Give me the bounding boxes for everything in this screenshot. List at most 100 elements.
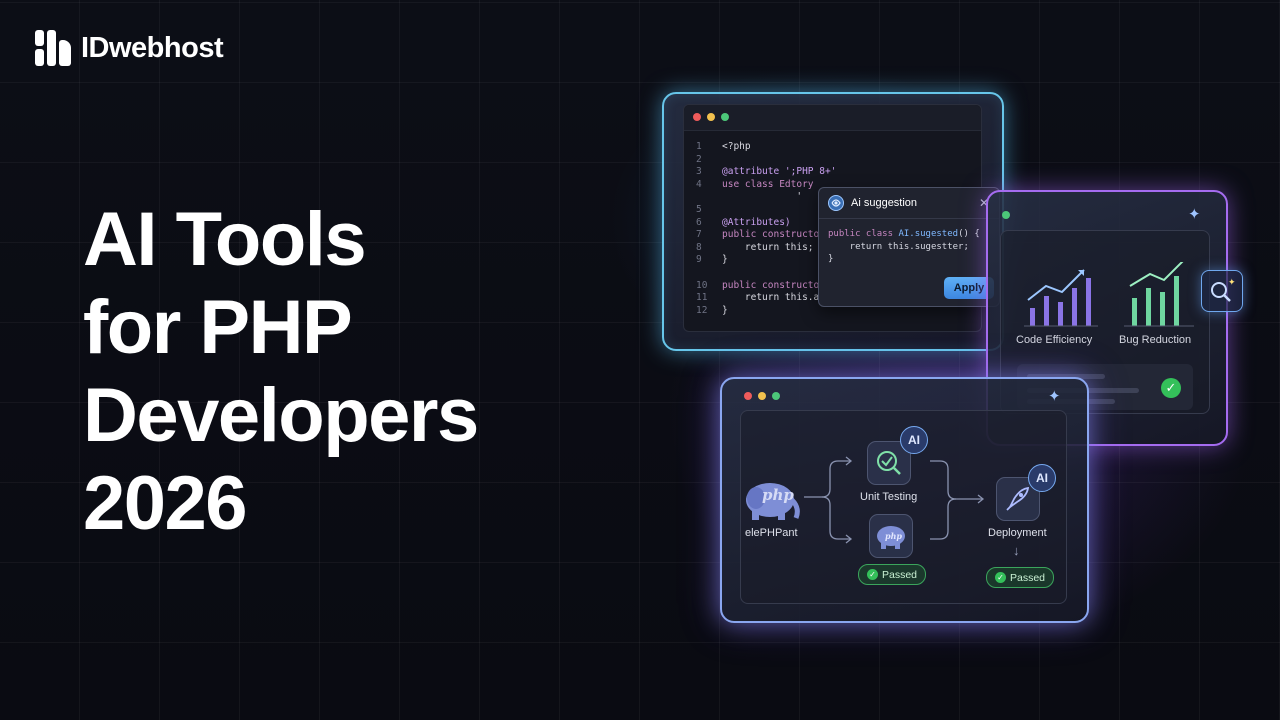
code-line: 11 return this.a [696, 292, 836, 305]
code-close-brace: } [828, 254, 834, 264]
maximize-dot-icon[interactable] [721, 113, 729, 121]
close-dot-icon[interactable] [744, 392, 752, 400]
code-text: @attribute ';PHP 8+' [722, 166, 837, 178]
close-dot-icon[interactable] [693, 113, 701, 121]
code-text: use class Edtory [722, 178, 814, 190]
check-icon: ✓ [867, 569, 878, 580]
code-line: 2 [696, 154, 836, 167]
code-line: 12} [696, 305, 836, 318]
elephpant-small-icon: php [877, 526, 905, 549]
line-number: 9 [696, 254, 702, 266]
code-return-line: return this.sugestter; [828, 241, 969, 252]
maximize-dot-icon[interactable] [1002, 211, 1010, 219]
headline-line-4: 2026 [83, 461, 248, 546]
check-icon: ✓ [1161, 378, 1181, 398]
check-icon: ✓ [995, 572, 1006, 583]
chart-bar [1146, 288, 1151, 326]
ai-search-button[interactable]: ✦ [1201, 270, 1243, 312]
brand-name: IDwebhost [81, 31, 224, 64]
popup-title: Ai suggestion [851, 197, 918, 209]
ai-badge: AI [900, 426, 928, 454]
deployment-label: Deployment [988, 527, 1047, 539]
code-line: 5 [696, 204, 836, 217]
bug-reduction-chart [1129, 262, 1184, 326]
chart-bar [1044, 296, 1049, 326]
passed-label: Passed [882, 568, 918, 581]
code-text: @Attributes) [722, 216, 791, 228]
ai-badge: AI [1028, 464, 1056, 492]
line-number: 5 [696, 203, 702, 215]
php-build-node[interactable]: php [869, 514, 913, 558]
source-label: elePHPant [745, 527, 798, 539]
code-text: <?php [722, 141, 751, 152]
window-controls [1002, 211, 1010, 219]
passed-badge: ✓ Passed [986, 567, 1055, 588]
code-text: return this.a [722, 292, 820, 304]
headline-line-1: AI Tools [83, 197, 367, 282]
code-line: 9} [696, 254, 836, 267]
passed-label: Passed [1010, 571, 1046, 584]
maximize-dot-icon[interactable] [772, 392, 780, 400]
ai-brain-icon [828, 195, 844, 211]
code-line: 10 public constructo [696, 280, 836, 293]
metric-label-bugs: Bug Reduction [1119, 334, 1192, 346]
code-text: public constructo [722, 279, 820, 291]
code-text: } [722, 254, 728, 266]
headline-line-2: for PHP [83, 285, 353, 370]
minimize-dot-icon[interactable] [707, 113, 715, 121]
line-number: 12 [696, 304, 708, 316]
sparkle-icon: ✦ [1048, 388, 1061, 405]
line-number: 1 [696, 141, 702, 152]
search-icon: ✦ [1211, 278, 1236, 302]
window-controls [744, 392, 780, 400]
svg-text:✦: ✦ [1228, 278, 1236, 288]
suggestion-code: public class AI.sugested() { return this… [828, 228, 980, 266]
unit-testing-label: Unit Testing [860, 491, 918, 503]
chart-bar [1058, 302, 1063, 326]
code-function: AI.sugested [898, 229, 959, 239]
headline-line-3: Developers [83, 373, 479, 458]
ai-suggestion-popup: Ai suggestion ✕ public class AI.sugested… [818, 187, 1000, 307]
line-number: 10 [696, 279, 708, 291]
line-number: 11 [696, 292, 708, 304]
line-number: 3 [696, 166, 702, 178]
passed-badge: ✓ Passed [858, 564, 927, 585]
line-number: 4 [696, 178, 702, 190]
minimize-dot-icon[interactable] [758, 392, 766, 400]
sparkle-icon: ✦ [1188, 206, 1201, 223]
chart-bar [1030, 308, 1035, 326]
code-text: ' [722, 191, 803, 203]
chart-bar [1174, 276, 1179, 326]
code-line: 1 <?php [696, 141, 836, 154]
svg-text:php: php [885, 531, 902, 541]
chart-bar [1160, 292, 1165, 326]
code-text: public constructo [722, 229, 820, 241]
arrow-down-icon: ↓ [1013, 543, 1020, 558]
code-text: } [722, 304, 728, 316]
code-line: 7 public constructo [696, 229, 836, 242]
brand-mark-icon [35, 30, 71, 66]
code-line: 6 @Attributes) [696, 217, 836, 230]
headline: AI Tools for PHP Developers 2026 [83, 196, 479, 548]
code-lines: 1 <?php 2 3 @attribute ';PHP 8+' 4 use class E… [696, 141, 836, 317]
line-number: 6 [696, 216, 702, 228]
brand-logo: IDwebhost [35, 30, 224, 66]
window-controls [693, 113, 729, 121]
php-logo-text: php [762, 486, 794, 504]
code-efficiency-chart [1027, 269, 1091, 326]
line-number: 8 [696, 241, 702, 253]
chart-bar [1072, 288, 1077, 326]
editor-titlebar [684, 105, 981, 131]
metrics-charts [1024, 262, 1194, 327]
chart-bar [1086, 278, 1091, 326]
metric-label-efficiency: Code Efficiency [1016, 334, 1093, 346]
code-paren: () { [958, 229, 980, 239]
code-keyword: public class [828, 229, 899, 239]
code-text: return this; [722, 241, 814, 253]
chart-bar [1132, 298, 1137, 326]
code-line: 3 @attribute ';PHP 8+' [696, 166, 836, 179]
popup-header: Ai suggestion [819, 188, 999, 219]
line-number: 2 [696, 153, 702, 165]
line-number: 7 [696, 229, 702, 241]
code-line: 4 use class Edtory [696, 179, 836, 192]
